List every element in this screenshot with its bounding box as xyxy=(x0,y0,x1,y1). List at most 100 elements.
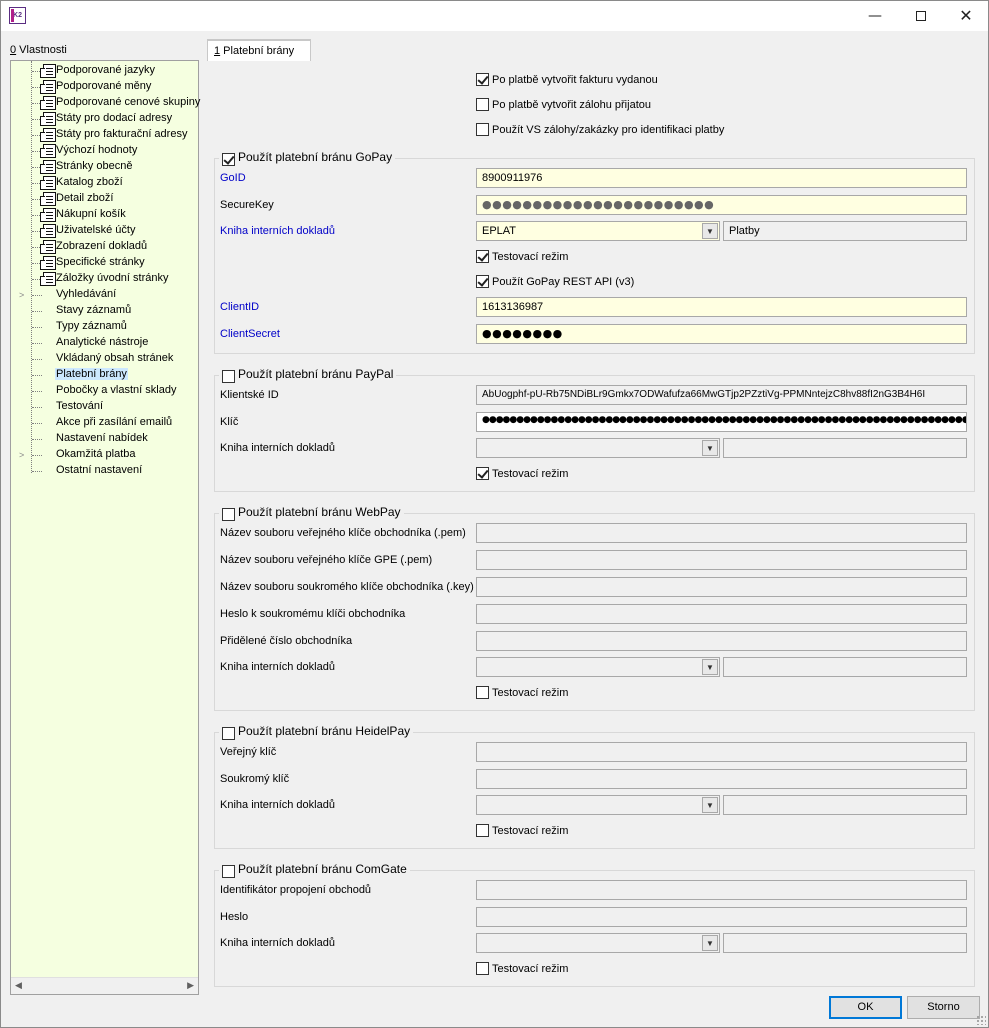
securekey-input[interactable]: ●●●●●●●●●●●●●●●●●●●●●●● xyxy=(476,195,967,215)
checkbox-icon[interactable] xyxy=(222,865,235,878)
tree-item[interactable]: Nastavení nabídek xyxy=(11,431,198,447)
gopay-rest-api-checkbox[interactable]: Použít GoPay REST API (v3) xyxy=(476,275,634,288)
tree-item[interactable]: Ostatní nastavení xyxy=(11,463,198,479)
minimize-button[interactable]: — xyxy=(852,1,898,31)
close-button[interactable]: ✕ xyxy=(943,1,989,31)
tree-item[interactable]: Podporované měny xyxy=(11,79,198,95)
webpay-book-select[interactable]: ▼ xyxy=(476,657,720,677)
tree-item[interactable]: Katalog zboží xyxy=(11,175,198,191)
scroll-right-icon[interactable]: ▶ xyxy=(187,980,194,991)
create-invoice-checkbox[interactable]: Po platbě vytvořit fakturu vydanou xyxy=(476,73,658,86)
webpay-test-mode-checkbox[interactable]: Testovací režim xyxy=(476,686,568,699)
clientid-input[interactable]: 1613136987 xyxy=(476,297,967,317)
paypal-key-input[interactable]: ●●●●●●●●●●●●●●●●●●●●●●●●●●●●●●●●●●●●●●●●… xyxy=(476,412,967,432)
gopay-test-mode-checkbox[interactable]: Testovací režim xyxy=(476,250,568,263)
chevron-down-icon[interactable]: ▼ xyxy=(702,223,718,239)
maximize-button[interactable] xyxy=(898,1,944,31)
heidelpay-book-select[interactable]: ▼ xyxy=(476,795,720,815)
tree-item[interactable]: Stránky obecně xyxy=(11,159,198,175)
checkbox-icon[interactable] xyxy=(476,962,489,975)
tree-item[interactable]: Analytické nástroje xyxy=(11,335,198,351)
checkbox-icon[interactable] xyxy=(222,370,235,383)
comgate-enable-checkbox[interactable]: Použít platební bránu ComGate xyxy=(219,862,410,878)
create-deposit-checkbox[interactable]: Po platbě vytvořit zálohu přijatou xyxy=(476,98,651,111)
webpay-private-pass-input[interactable] xyxy=(476,604,967,624)
webpay-gpe-key-label: Název souboru veřejného klíče GPE (.pem) xyxy=(220,554,433,566)
tree-item[interactable]: > Okamžitá platba xyxy=(11,447,198,463)
comgate-book-select[interactable]: ▼ xyxy=(476,933,720,953)
heidelpay-enable-checkbox[interactable]: Použít platební bránu HeidelPay xyxy=(219,724,414,740)
tree-line xyxy=(32,471,42,472)
comgate-test-mode-checkbox[interactable]: Testovací režim xyxy=(476,962,568,975)
paypal-client-id-input[interactable]: AbUogphf-pU-Rb75NDiBLr9Gmkx7ODWafufza66M… xyxy=(476,385,967,405)
webpay-public-key-input[interactable] xyxy=(476,523,967,543)
tree-item[interactable]: Uživatelské účty xyxy=(11,223,198,239)
checkbox-icon[interactable] xyxy=(476,467,489,480)
heidelpay-test-mode-label: Testovací režim xyxy=(492,825,569,837)
scroll-left-icon[interactable]: ◀ xyxy=(15,980,22,991)
webpay-private-key-input[interactable] xyxy=(476,577,967,597)
tree-horizontal-scrollbar[interactable]: ◀ ▶ xyxy=(11,977,198,994)
paypal-enable-checkbox[interactable]: Použít platební bránu PayPal xyxy=(219,367,397,383)
tree-item[interactable]: Zobrazení dokladů xyxy=(11,239,198,255)
tree-item[interactable]: Státy pro dodací adresy xyxy=(11,111,198,127)
checkbox-icon[interactable] xyxy=(476,123,489,136)
tree-item[interactable]: Testování xyxy=(11,399,198,415)
ok-button[interactable]: OK xyxy=(829,996,902,1019)
expand-chevron-icon[interactable]: > xyxy=(19,290,24,300)
tree-item-label: Detail zboží xyxy=(56,192,114,204)
chevron-down-icon[interactable]: ▼ xyxy=(702,797,718,813)
checkbox-icon[interactable] xyxy=(476,98,489,111)
checkbox-icon[interactable] xyxy=(476,73,489,86)
comgate-shop-id-input[interactable] xyxy=(476,880,967,900)
paypal-book-select[interactable]: ▼ xyxy=(476,438,720,458)
tree-item[interactable]: Vkládaný obsah stránek xyxy=(11,351,198,367)
tab-payment-gateways[interactable]: 1 Platební brány xyxy=(207,39,311,61)
checkbox-icon[interactable] xyxy=(222,508,235,521)
tree-item[interactable]: Akce při zasílání emailů xyxy=(11,415,198,431)
tree-item[interactable]: Detail zboží xyxy=(11,191,198,207)
checkbox-icon[interactable] xyxy=(476,686,489,699)
checkbox-icon[interactable] xyxy=(476,275,489,288)
cancel-button[interactable]: Storno xyxy=(907,996,980,1019)
chevron-down-icon[interactable]: ▼ xyxy=(702,440,718,456)
tree-item-label: Analytické nástroje xyxy=(56,336,149,348)
tree-item[interactable]: Pobočky a vlastní sklady xyxy=(11,383,198,399)
tree-item[interactable]: Výchozí hodnoty xyxy=(11,143,198,159)
tree-item[interactable]: Nákupní košík xyxy=(11,207,198,223)
tree-item[interactable]: Specifické stránky xyxy=(11,255,198,271)
tree-item[interactable]: Podporované jazyky xyxy=(11,63,198,79)
checkbox-icon[interactable] xyxy=(476,824,489,837)
webpay-merchant-no-input[interactable] xyxy=(476,631,967,651)
goid-input[interactable]: 8900911976 xyxy=(476,168,967,188)
tree-item[interactable]: Stavy záznamů xyxy=(11,303,198,319)
expand-chevron-icon[interactable]: > xyxy=(19,450,24,460)
heidelpay-public-key-input[interactable] xyxy=(476,742,967,762)
create-deposit-label: Po platbě vytvořit zálohu přijatou xyxy=(492,99,651,111)
gopay-book-select[interactable]: EPLAT ▼ xyxy=(476,221,720,241)
comgate-password-input[interactable] xyxy=(476,907,967,927)
chevron-down-icon[interactable]: ▼ xyxy=(702,659,718,675)
gopay-book-value: EPLAT xyxy=(482,225,517,237)
webpay-enable-checkbox[interactable]: Použít platební bránu WebPay xyxy=(219,505,404,521)
tree-item[interactable]: > Vyhledávání xyxy=(11,287,198,303)
heidelpay-test-mode-checkbox[interactable]: Testovací režim xyxy=(476,824,568,837)
resize-grip-icon[interactable] xyxy=(976,1015,986,1025)
tree-item[interactable]: Platební brány xyxy=(11,367,198,383)
checkbox-icon[interactable] xyxy=(222,153,235,166)
checkbox-icon[interactable] xyxy=(222,727,235,740)
gopay-enable-checkbox[interactable]: Použít platební bránu GoPay xyxy=(219,150,396,166)
tab-properties[interactable]: 0 Vlastnosti xyxy=(10,44,67,56)
clientsecret-input[interactable]: ●●●●●●●● xyxy=(476,324,967,344)
use-vs-checkbox[interactable]: Použít VS zálohy/zakázky pro identifikac… xyxy=(476,123,724,136)
properties-tree[interactable]: ◀ ▶ Podporované jazyky Podporované měny Po… xyxy=(10,60,200,995)
tree-item[interactable]: Státy pro fakturační adresy xyxy=(11,127,198,143)
chevron-down-icon[interactable]: ▼ xyxy=(702,935,718,951)
tree-item[interactable]: Záložky úvodní stránky xyxy=(11,271,198,287)
paypal-test-mode-checkbox[interactable]: Testovací režim xyxy=(476,467,568,480)
tree-item[interactable]: Typy záznamů xyxy=(11,319,198,335)
webpay-gpe-key-input[interactable] xyxy=(476,550,967,570)
checkbox-icon[interactable] xyxy=(476,250,489,263)
heidelpay-private-key-input[interactable] xyxy=(476,769,967,789)
tree-item[interactable]: Podporované cenové skupiny xyxy=(11,95,200,111)
